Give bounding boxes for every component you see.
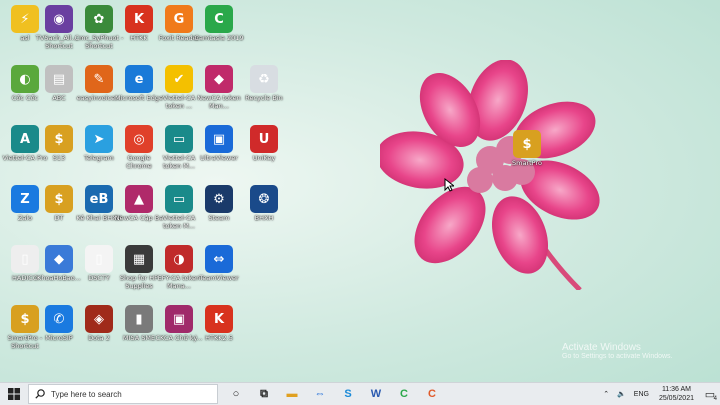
desktop-icon[interactable]: ⇔ TeamViewer	[194, 243, 244, 301]
desktop-icon[interactable]: $ SmartPro	[502, 128, 552, 186]
language-indicator[interactable]: ENG	[634, 391, 649, 398]
file-explorer-icon: ▬	[286, 388, 298, 400]
app-icon: ▲	[125, 185, 153, 213]
app-icon: K	[205, 305, 233, 333]
taskbar-app-word[interactable]: W	[362, 383, 390, 405]
app-icon: eB	[85, 185, 113, 213]
word-icon: W	[370, 388, 382, 400]
desktop-icon-label: Steam	[208, 214, 230, 222]
app-icon: ◎	[125, 125, 153, 153]
desktop-icon-label: SmartPro	[512, 159, 542, 167]
system-tray: ⌃ 🔈 ENG 11:36 AM 25/05/2021 ▭ 4	[599, 383, 720, 405]
cortana-icon: ○	[232, 388, 240, 400]
task-view-icon: ⧉	[260, 387, 268, 400]
taskbar-app-skype[interactable]: S	[334, 383, 362, 405]
app-icon: ⚙	[205, 185, 233, 213]
activate-windows-watermark: Activate Windows Go to Settings to activ…	[562, 342, 673, 360]
app-icon: ▤	[45, 65, 73, 93]
app-icon: ➤	[85, 125, 113, 153]
app-icon: ◆	[45, 245, 73, 273]
speaker-icon[interactable]: 🔈	[617, 390, 626, 398]
clock[interactable]: 11:36 AM 25/05/2021	[659, 385, 694, 403]
windows-logo-icon	[8, 388, 20, 400]
app-icon: ▯	[85, 245, 113, 273]
watermark-subtitle: Go to Settings to activate Windows.	[562, 353, 673, 360]
app-icon: ⇔	[205, 245, 233, 273]
desktop-icon-label: BHXH	[254, 214, 274, 222]
desktop-icon-label: NewCA token Man...	[197, 94, 241, 110]
notification-count: 4	[713, 396, 717, 402]
app-icon: ◈	[85, 305, 113, 333]
app-icon: ✔	[165, 65, 193, 93]
app-icon: $	[45, 185, 73, 213]
app-icon: ◑	[165, 245, 193, 273]
desktop-icon[interactable]: ⚙ Steam	[194, 183, 244, 241]
taskbar: Type here to search ○ ⧉ ▬ ⇔ S W C C ⌃ 🔈 ENG 11:…	[0, 382, 720, 405]
taskbar-app-cortana[interactable]: ○	[222, 383, 250, 405]
desktop-icon[interactable]: K HTKK2.5	[194, 303, 244, 361]
app-icon: ♻	[250, 65, 278, 93]
taskbar-pinned-apps: ○ ⧉ ▬ ⇔ S W C C	[222, 383, 446, 405]
app-icon: ▮	[125, 305, 153, 333]
app-icon: $	[45, 125, 73, 153]
taskbar-app-task-view[interactable]: ⧉	[250, 383, 278, 405]
app-icon: ◉	[45, 5, 73, 33]
taskbar-app-file-explorer[interactable]: ▬	[278, 383, 306, 405]
teamviewer-icon: ⇔	[314, 388, 326, 400]
taskbar-app-camtasia[interactable]: C	[390, 383, 418, 405]
taskbar-search-input[interactable]: Type here to search	[28, 384, 218, 404]
app-icon: ▭	[165, 125, 193, 153]
start-button[interactable]	[0, 383, 28, 405]
desktop-icon[interactable]: ▣ UltraViewer	[194, 123, 244, 181]
app-icon: C	[205, 5, 233, 33]
app-icon: ◆	[205, 65, 233, 93]
desktop[interactable]: ⚡ asl ◉ TVSach_All... - Shortcut ✿ Cmc_SyPhuo…	[0, 0, 720, 382]
desktop-icon-label: Camtasia 2019	[194, 34, 244, 42]
notification-center-button[interactable]: ▭ 4	[700, 383, 720, 405]
taskbar-app-teamviewer[interactable]: ⇔	[306, 383, 334, 405]
desktop-icon-label: UniKey	[252, 154, 276, 162]
app-icon: $	[513, 130, 541, 158]
search-icon	[35, 389, 45, 399]
desktop-icon[interactable]: U UniKey	[239, 123, 289, 181]
app-icon: ❂	[250, 185, 278, 213]
app-icon: ▣	[165, 305, 193, 333]
watermark-title: Activate Windows	[562, 342, 641, 353]
desktop-icon[interactable]: ◆ NewCA token Man...	[194, 63, 244, 121]
desktop-icon-label: HTKK2.5	[205, 334, 233, 342]
chevron-up-icon[interactable]: ⌃	[603, 390, 609, 398]
app-icon: ▦	[125, 245, 153, 273]
camtasia-recorder-icon: C	[428, 388, 436, 400]
clock-time: 11:36 AM	[661, 386, 691, 393]
search-placeholder: Type here to search	[51, 389, 122, 399]
taskbar-app-camtasia-recorder[interactable]: C	[418, 383, 446, 405]
app-icon: ▣	[205, 125, 233, 153]
camtasia-icon: C	[400, 388, 408, 400]
app-icon: K	[125, 5, 153, 33]
app-icon: ✎	[85, 65, 113, 93]
app-icon: ▭	[165, 185, 193, 213]
app-icon: e	[125, 65, 153, 93]
desktop-icon-label: TeamViewer	[199, 274, 239, 282]
desktop-icon-label: UltraViewer	[200, 154, 238, 162]
app-icon: G	[165, 5, 193, 33]
app-icon: ✿	[85, 5, 113, 33]
desktop-icon[interactable]: ♻ Recycle Bin	[239, 63, 289, 121]
desktop-icon-label: Recycle Bin	[245, 94, 283, 102]
app-icon: ✆	[45, 305, 73, 333]
mouse-cursor-icon	[444, 178, 454, 192]
skype-icon: S	[344, 388, 352, 400]
desktop-icon[interactable]: ❂ BHXH	[239, 183, 289, 241]
clock-date: 25/05/2021	[658, 395, 694, 402]
desktop-icon[interactable]: C Camtasia 2019	[194, 3, 244, 61]
app-icon: U	[250, 125, 278, 153]
